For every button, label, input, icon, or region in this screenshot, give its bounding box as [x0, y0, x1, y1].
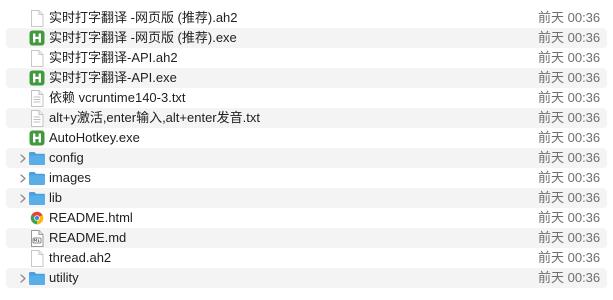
- autohotkey-icon: [28, 69, 46, 87]
- chevron-right-icon[interactable]: [18, 168, 28, 188]
- document-icon: [28, 9, 46, 27]
- file-date: 前天 00:36: [538, 110, 601, 125]
- chevron-right-icon[interactable]: [18, 148, 28, 168]
- folder-name: utility: [49, 270, 79, 285]
- folder-row[interactable]: config 前天 00:36: [6, 148, 607, 168]
- text-file-icon: [28, 109, 46, 127]
- file-row[interactable]: AutoHotkey.exe 前天 00:36: [6, 128, 607, 148]
- file-row[interactable]: 实时打字翻译-API.exe 前天 00:36: [6, 68, 607, 88]
- file-date: 前天 00:36: [538, 210, 601, 225]
- file-date: 前天 00:36: [538, 130, 601, 145]
- folder-icon: [28, 269, 46, 287]
- file-date: 前天 00:36: [538, 50, 601, 65]
- document-icon: [28, 49, 46, 67]
- file-row[interactable]: 实时打字翻译-API.ah2 前天 00:36: [6, 48, 607, 68]
- folder-row[interactable]: utility 前天 00:36: [6, 268, 607, 288]
- file-date: 前天 00:36: [538, 70, 601, 85]
- file-name: thread.ah2: [49, 250, 112, 265]
- file-name: 实时打字翻译-API.exe: [49, 70, 177, 85]
- file-name: alt+y激活,enter输入,alt+enter发音.txt: [49, 110, 260, 125]
- file-name: AutoHotkey.exe: [49, 130, 140, 145]
- file-name: 实时打字翻译-API.ah2: [49, 50, 178, 65]
- folder-icon: [28, 169, 46, 187]
- document-icon: [28, 249, 46, 267]
- file-date: 前天 00:36: [538, 270, 601, 285]
- folder-icon: [28, 189, 46, 207]
- folder-name: config: [49, 150, 84, 165]
- file-name: 实时打字翻译 -网页版 (推荐).ah2: [49, 10, 238, 25]
- file-date: 前天 00:36: [538, 230, 601, 245]
- file-date: 前天 00:36: [538, 10, 601, 25]
- file-list: 实时打字翻译 -网页版 (推荐).ah2 前天 00:36 实时打字翻译 -网页…: [0, 0, 613, 300]
- chevron-right-icon[interactable]: [18, 268, 28, 288]
- autohotkey-icon: [28, 29, 46, 47]
- text-file-icon: [28, 89, 46, 107]
- folder-name: images: [49, 170, 91, 185]
- chevron-right-icon[interactable]: [18, 188, 28, 208]
- file-name: README.html: [49, 210, 133, 225]
- file-name: README.md: [49, 230, 127, 245]
- autohotkey-icon: [28, 129, 46, 147]
- folder-name: lib: [49, 190, 63, 205]
- file-row[interactable]: alt+y激活,enter输入,alt+enter发音.txt 前天 00:36: [6, 108, 607, 128]
- file-date: 前天 00:36: [538, 170, 601, 185]
- file-row[interactable]: thread.ah2 前天 00:36: [6, 248, 607, 268]
- file-row[interactable]: README.md 前天 00:36: [6, 228, 607, 248]
- file-row[interactable]: 依赖 vcruntime140-3.txt 前天 00:36: [6, 88, 607, 108]
- file-name: 实时打字翻译 -网页版 (推荐).exe: [49, 30, 237, 45]
- file-date: 前天 00:36: [538, 150, 601, 165]
- file-name: 依赖 vcruntime140-3.txt: [49, 90, 186, 105]
- file-row[interactable]: 实时打字翻译 -网页版 (推荐).exe 前天 00:36: [6, 28, 607, 48]
- folder-row[interactable]: lib 前天 00:36: [6, 188, 607, 208]
- folder-icon: [28, 149, 46, 167]
- folder-row[interactable]: images 前天 00:36: [6, 168, 607, 188]
- file-date: 前天 00:36: [538, 90, 601, 105]
- file-date: 前天 00:36: [538, 250, 601, 265]
- html-file-icon: [28, 209, 46, 227]
- file-date: 前天 00:36: [538, 30, 601, 45]
- file-row[interactable]: 实时打字翻译 -网页版 (推荐).ah2 前天 00:36: [6, 8, 607, 28]
- file-row[interactable]: README.html 前天 00:36: [6, 208, 607, 228]
- markdown-file-icon: [28, 229, 46, 247]
- file-date: 前天 00:36: [538, 190, 601, 205]
